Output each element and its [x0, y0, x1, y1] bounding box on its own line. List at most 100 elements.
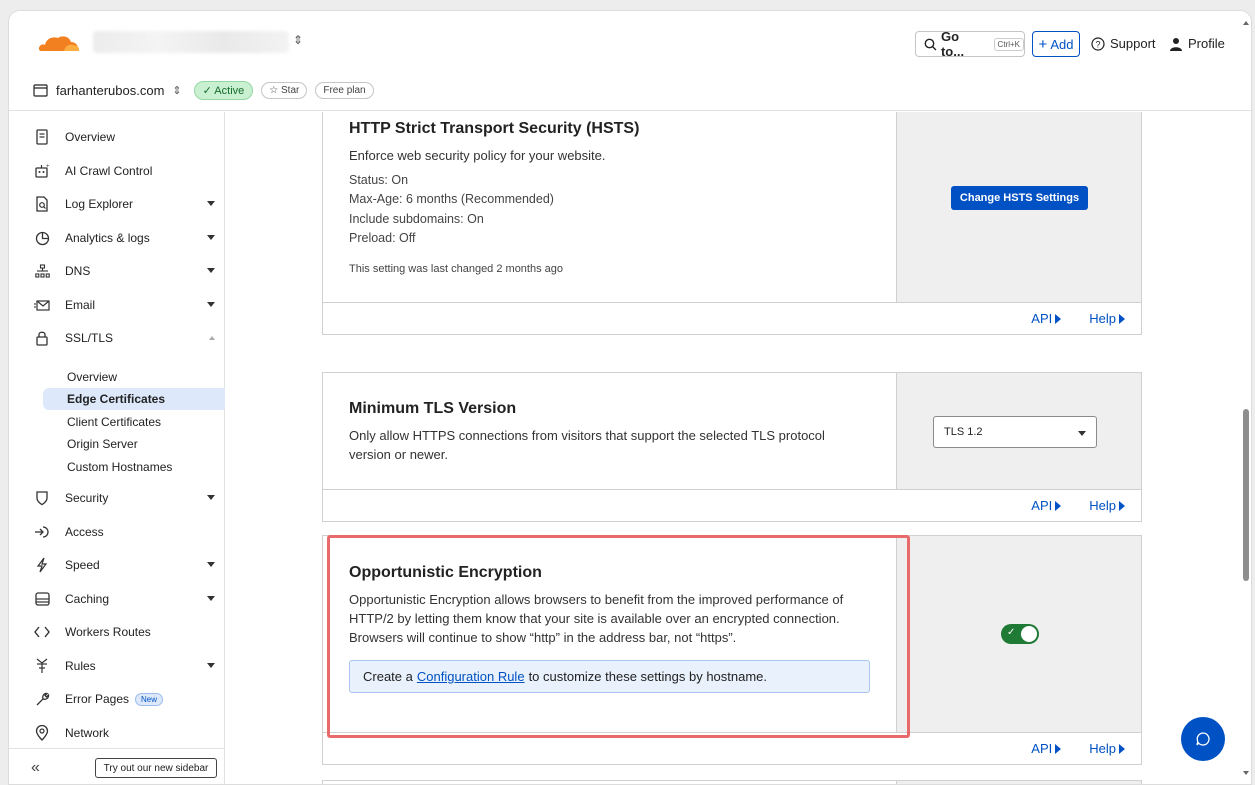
play-triangle-icon — [1119, 313, 1125, 324]
sidebar-subitem-edge-certificates[interactable]: Edge Certificates — [43, 388, 225, 410]
check-icon: ✓ — [1007, 627, 1016, 638]
play-triangle-icon — [1119, 500, 1125, 511]
play-triangle-icon — [1055, 313, 1062, 324]
user-icon — [1170, 37, 1182, 51]
sidebar-item-label: Access — [65, 525, 104, 539]
svg-text:?: ? — [1095, 39, 1100, 49]
chat-support-button[interactable] — [1181, 717, 1225, 761]
sidebar-subitem-custom-hostnames[interactable]: Custom Hostnames — [43, 456, 225, 478]
sidebar-item-speed[interactable]: Speed — [9, 550, 225, 580]
expand-caret-icon — [207, 495, 215, 500]
sidebar-item-security[interactable]: Security — [9, 483, 225, 513]
sidebar-item-access[interactable]: Access — [9, 517, 225, 547]
plan-badge[interactable]: Free plan — [315, 82, 374, 99]
oe-help-link[interactable]: Help — [1089, 741, 1125, 756]
domain-bar: farhanterubos.com ⇕ ✓ Active ☆ Star Free… — [9, 71, 1251, 111]
sidebar-item-log-explorer[interactable]: Log Explorer — [9, 189, 225, 219]
expand-caret-icon — [207, 235, 215, 240]
help-label: Help — [1089, 311, 1116, 326]
sidebar-item-network[interactable]: Network — [9, 718, 225, 748]
main-content: HTTP Strict Transport Security (HSTS) En… — [226, 112, 1251, 784]
sidebar-item-label: Analytics & logs — [65, 231, 150, 245]
expand-caret-icon — [207, 268, 215, 273]
sidebar-subitem-client-certificates[interactable]: Client Certificates — [43, 411, 225, 433]
shield-icon — [33, 489, 51, 507]
min-tls-description-line2: version or newer. — [349, 447, 448, 462]
help-circle-icon: ? — [1091, 36, 1105, 51]
goto-label: Go to... — [940, 29, 965, 59]
sidebar-item-label: Security — [65, 491, 109, 505]
sidebar-item-label: SSL/TLS — [65, 331, 114, 345]
sidebar-item-label: Overview — [65, 130, 116, 144]
help-label: Help — [1089, 741, 1116, 756]
star-button[interactable]: ☆ Star — [261, 82, 308, 99]
svg-text:+: + — [46, 164, 50, 170]
hsts-card: HTTP Strict Transport Security (HSTS) En… — [322, 112, 1142, 335]
scroll-down-arrow-icon[interactable] — [1243, 771, 1249, 775]
sidebar-item-analytics-logs[interactable]: Analytics & logs — [9, 223, 225, 253]
tls-version-select[interactable]: TLS 1.2 — [933, 416, 1097, 448]
hsts-subdomains: Include subdomains: On — [349, 212, 484, 226]
collapse-sidebar-icon[interactable]: « — [31, 759, 40, 777]
profile-label: Profile — [1188, 36, 1225, 51]
hsts-title: HTTP Strict Transport Security (HSTS) — [349, 120, 640, 137]
account-name-blurred[interactable] — [93, 31, 289, 53]
sidebar-item-label: Rules — [65, 659, 96, 673]
sidebar-subitem-origin-server[interactable]: Origin Server — [43, 433, 225, 455]
hsts-status: Status: On — [349, 173, 409, 187]
sidebar-item-error-pages[interactable]: Error Pages New — [9, 684, 225, 714]
expand-caret-icon — [207, 562, 215, 567]
browser-window: ⇕ Go to... Ctrl+K + Add ? Support Profil… — [8, 10, 1252, 785]
sidebar-item-label: AI Crawl Control — [65, 164, 153, 178]
sidebar-item-label: Email — [65, 298, 96, 312]
sidebar-item-rules[interactable]: Rules — [9, 651, 225, 681]
sidebar-item-dns[interactable]: DNS — [9, 256, 225, 286]
sidebar-item-caching[interactable]: Caching — [9, 584, 225, 614]
toggle-knob — [1021, 626, 1037, 642]
star-icon: ☆ — [269, 85, 279, 96]
domain-switch-chevron-icon[interactable]: ⇕ — [172, 84, 181, 97]
sidebar-item-ai-crawl-control[interactable]: + AI Crawl Control — [9, 156, 225, 186]
scroll-up-arrow-icon[interactable] — [1243, 21, 1249, 25]
hsts-api-link[interactable]: API — [1031, 311, 1062, 326]
top-bar: ⇕ Go to... Ctrl+K + Add ? Support Profil… — [9, 11, 1251, 71]
try-new-sidebar-button[interactable]: Try out our new sidebar — [95, 758, 217, 778]
opportunistic-encryption-toggle[interactable]: ✓ — [1001, 624, 1039, 644]
sidebar-item-label: Error Pages — [65, 692, 130, 706]
storage-icon — [33, 590, 51, 608]
cloudflare-logo-icon[interactable] — [37, 31, 81, 53]
status-badge-label: Active — [214, 85, 245, 97]
goto-shortcut: Ctrl+K — [993, 37, 1024, 51]
min-tls-card-footer: API Help — [323, 489, 1141, 521]
min-tls-api-link[interactable]: API — [1031, 498, 1062, 513]
support-button[interactable]: ? Support — [1091, 36, 1156, 51]
sidebar-item-ssl-tls[interactable]: SSL/TLS — [9, 323, 225, 353]
scrollbar-thumb[interactable] — [1243, 409, 1249, 581]
code-icon — [33, 623, 51, 641]
support-label: Support — [1110, 36, 1156, 51]
browser-window-icon — [33, 84, 48, 97]
expand-caret-icon — [207, 663, 215, 668]
min-tls-title: Minimum TLS Version — [349, 400, 517, 417]
domain-name[interactable]: farhanterubos.com — [56, 83, 164, 98]
status-badge: ✓ Active — [193, 81, 254, 100]
min-tls-help-link[interactable]: Help — [1089, 498, 1125, 513]
sidebar-item-workers-routes[interactable]: Workers Routes — [9, 617, 225, 647]
account-switch-chevron-icon[interactable]: ⇕ — [293, 33, 303, 47]
sidebar-item-overview[interactable]: Overview — [9, 122, 225, 152]
expand-caret-icon — [207, 302, 215, 307]
page-scrollbar[interactable] — [1240, 11, 1251, 784]
change-hsts-settings-button[interactable]: Change HSTS Settings — [951, 186, 1088, 210]
add-button[interactable]: + Add — [1032, 31, 1080, 57]
hsts-card-body: HTTP Strict Transport Security (HSTS) En… — [323, 112, 896, 302]
profile-button[interactable]: Profile — [1169, 36, 1225, 51]
chat-bubble-icon — [1196, 732, 1210, 746]
sidebar-subitem-ssl-overview[interactable]: Overview — [43, 366, 225, 388]
goto-search-button[interactable]: Go to... Ctrl+K — [915, 29, 1025, 59]
api-label: API — [1031, 311, 1053, 326]
sidebar-item-email[interactable]: Email — [9, 290, 225, 320]
oe-api-link[interactable]: API — [1031, 741, 1062, 756]
hsts-preload: Preload: Off — [349, 231, 416, 245]
hsts-help-link[interactable]: Help — [1089, 311, 1125, 326]
play-triangle-icon — [1055, 743, 1062, 754]
